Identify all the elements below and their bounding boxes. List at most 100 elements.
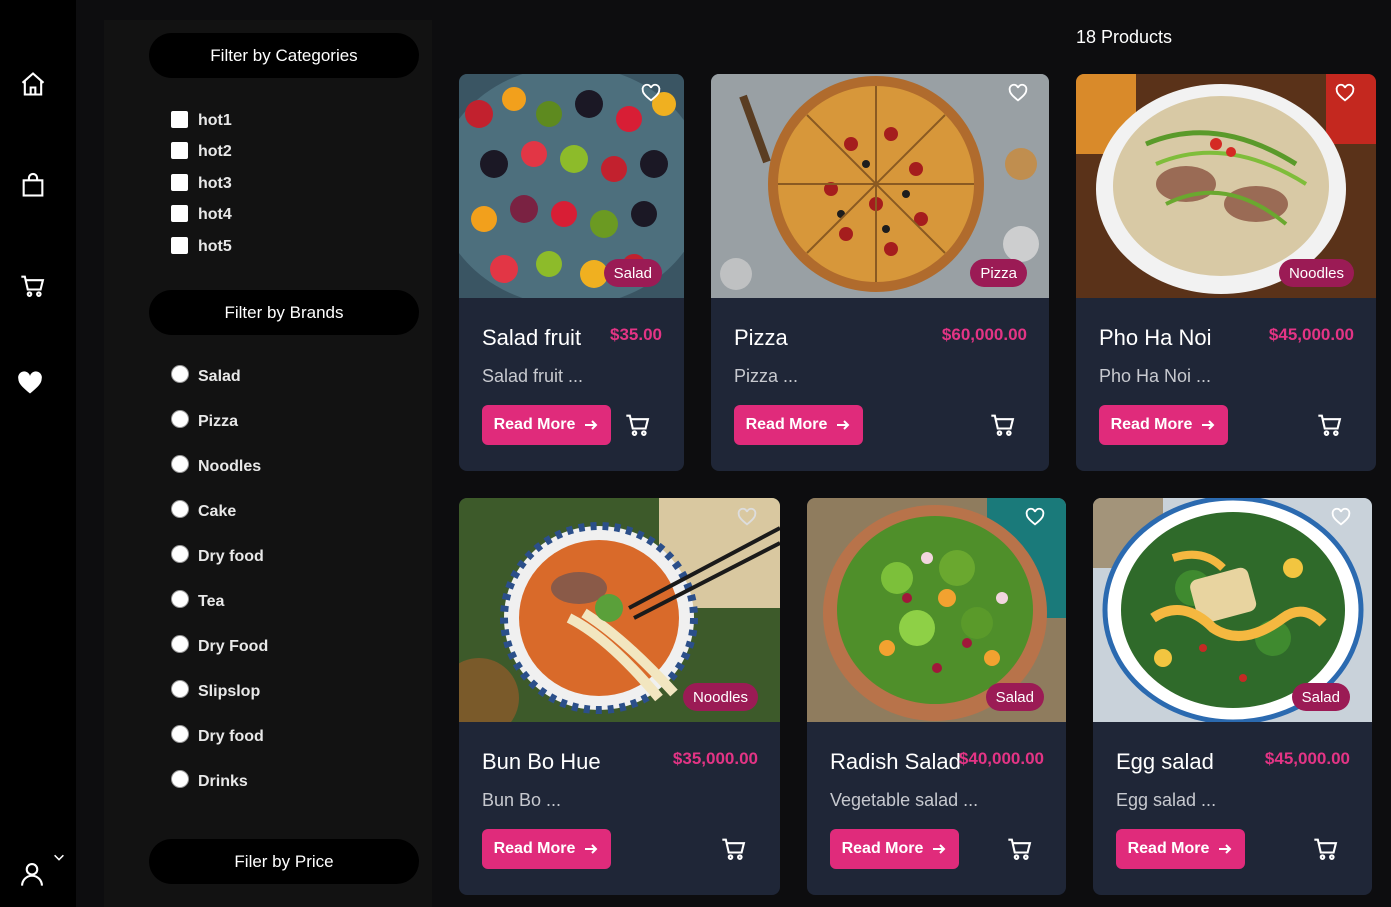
brand-option[interactable]: Dry food bbox=[171, 545, 264, 566]
product-price: $45,000.00 bbox=[1268, 325, 1354, 344]
brand-option[interactable]: Cake bbox=[171, 500, 237, 521]
app-root: Filter by Categories hot1 hot2 hot3 hot4… bbox=[0, 0, 1391, 907]
read-more-label: Read More bbox=[1127, 840, 1210, 857]
radio-button[interactable] bbox=[171, 365, 189, 383]
checkbox[interactable] bbox=[171, 236, 188, 254]
user-icon[interactable] bbox=[18, 860, 48, 890]
product-name: Salad fruit bbox=[482, 325, 582, 350]
product-price: $60,000.00 bbox=[941, 325, 1027, 344]
arrow-right-icon bbox=[585, 420, 598, 430]
favorite-heart-icon[interactable] bbox=[1024, 506, 1046, 528]
read-more-button[interactable]: Read More bbox=[482, 405, 611, 445]
checkbox[interactable] bbox=[171, 204, 188, 222]
product-name: Egg salad bbox=[1116, 749, 1214, 774]
product-card[interactable]: Noodles Bun Bo Hue $35,000.00 Bun Bo ...… bbox=[459, 498, 780, 895]
favorite-heart-icon[interactable] bbox=[1330, 506, 1352, 528]
product-card[interactable]: Pizza Pizza $60,000.00 Pizza ... Read Mo… bbox=[711, 74, 1049, 471]
product-card[interactable]: Salad Salad fruit $35.00 Salad fruit ...… bbox=[459, 74, 684, 471]
product-price: $35,000.00 bbox=[672, 749, 758, 768]
read-more-label: Read More bbox=[1110, 416, 1193, 433]
category-badge: Salad bbox=[603, 259, 662, 287]
read-more-button[interactable]: Read More bbox=[830, 829, 959, 869]
filter-panel: Filter by Categories hot1 hot2 hot3 hot4… bbox=[104, 20, 432, 907]
arrow-right-icon bbox=[933, 844, 946, 854]
add-to-cart-icon[interactable] bbox=[989, 411, 1017, 439]
add-to-cart-icon[interactable] bbox=[1006, 835, 1034, 863]
category-option[interactable]: hot1 bbox=[171, 110, 232, 130]
brand-label: Cake bbox=[198, 503, 237, 520]
add-to-cart-icon[interactable] bbox=[720, 835, 748, 863]
brand-label: Tea bbox=[198, 593, 225, 610]
product-description: Bun Bo ... bbox=[482, 790, 562, 810]
read-more-button[interactable]: Read More bbox=[482, 829, 611, 869]
category-option[interactable]: hot3 bbox=[171, 173, 232, 193]
product-name: Pho Ha Noi bbox=[1099, 325, 1212, 350]
add-to-cart-icon[interactable] bbox=[1316, 411, 1344, 439]
radio-button[interactable] bbox=[171, 545, 189, 563]
product-description: Egg salad ... bbox=[1116, 790, 1217, 810]
product-card[interactable]: Salad Radish Salad $40,000.00 Vegetable … bbox=[807, 498, 1066, 895]
favorite-heart-icon[interactable] bbox=[736, 506, 758, 528]
radio-button[interactable] bbox=[171, 725, 189, 743]
brand-option[interactable]: Slipslop bbox=[171, 680, 260, 701]
category-option[interactable]: hot4 bbox=[171, 204, 232, 224]
category-label: hot1 bbox=[198, 112, 232, 129]
add-to-cart-icon[interactable] bbox=[624, 411, 652, 439]
favorite-heart-icon[interactable] bbox=[1007, 82, 1029, 104]
brand-label: Dry food bbox=[198, 728, 264, 745]
radio-button[interactable] bbox=[171, 410, 189, 428]
brand-option[interactable]: Drinks bbox=[171, 770, 248, 791]
brand-option[interactable]: Dry food bbox=[171, 725, 264, 746]
product-description: Vegetable salad ... bbox=[830, 790, 979, 810]
read-more-button[interactable]: Read More bbox=[1116, 829, 1245, 869]
category-label: hot5 bbox=[198, 238, 232, 255]
add-to-cart-icon[interactable] bbox=[1312, 835, 1340, 863]
category-badge: Pizza bbox=[970, 259, 1027, 287]
nav-rail bbox=[0, 0, 76, 907]
brand-option[interactable]: Salad bbox=[171, 365, 241, 386]
radio-button[interactable] bbox=[171, 455, 189, 473]
category-option[interactable]: hot2 bbox=[171, 141, 232, 161]
brand-label: Pizza bbox=[198, 413, 239, 430]
checkbox[interactable] bbox=[171, 141, 188, 159]
product-name: Bun Bo Hue bbox=[482, 749, 601, 774]
radio-button[interactable] bbox=[171, 500, 189, 518]
categories-filter-title[interactable]: Filter by Categories bbox=[149, 33, 419, 78]
brand-option[interactable]: Tea bbox=[171, 590, 225, 611]
read-more-button[interactable]: Read More bbox=[734, 405, 863, 445]
checkbox[interactable] bbox=[171, 173, 188, 191]
product-card[interactable]: Salad Egg salad $45,000.00 Egg salad ...… bbox=[1093, 498, 1372, 895]
brand-label: Dry food bbox=[198, 548, 264, 565]
brand-option[interactable]: Pizza bbox=[171, 410, 239, 431]
category-badge: Noodles bbox=[682, 683, 758, 711]
home-icon[interactable] bbox=[18, 69, 48, 99]
radio-button[interactable] bbox=[171, 770, 189, 788]
category-badge: Salad bbox=[1291, 683, 1350, 711]
radio-button[interactable] bbox=[171, 590, 189, 608]
arrow-right-icon bbox=[1202, 420, 1215, 430]
category-badge: Salad bbox=[985, 683, 1044, 711]
brand-option[interactable]: Noodles bbox=[171, 455, 261, 476]
chevron-down-icon[interactable] bbox=[52, 850, 68, 866]
heart-icon[interactable] bbox=[15, 368, 45, 398]
cart-icon[interactable] bbox=[18, 271, 48, 301]
radio-button[interactable] bbox=[171, 635, 189, 653]
brands-filter-title[interactable]: Filter by Brands bbox=[149, 290, 419, 335]
product-price: $45,000.00 bbox=[1264, 749, 1350, 768]
favorite-heart-icon[interactable] bbox=[640, 82, 662, 104]
favorite-heart-icon[interactable] bbox=[1334, 82, 1356, 104]
product-card[interactable]: Noodles Pho Ha Noi $45,000.00 Pho Ha Noi… bbox=[1076, 74, 1376, 471]
read-more-button[interactable]: Read More bbox=[1099, 405, 1228, 445]
checkbox[interactable] bbox=[171, 110, 188, 128]
radio-button[interactable] bbox=[171, 680, 189, 698]
shopping-bag-icon[interactable] bbox=[18, 170, 48, 200]
brand-option[interactable]: Dry Food bbox=[171, 635, 268, 656]
category-label: hot4 bbox=[198, 206, 232, 223]
category-option[interactable]: hot5 bbox=[171, 236, 232, 256]
read-more-label: Read More bbox=[745, 416, 828, 433]
arrow-right-icon bbox=[1219, 844, 1232, 854]
category-label: hot3 bbox=[198, 175, 232, 192]
price-filter-title[interactable]: Filer by Price bbox=[149, 839, 419, 884]
product-description: Pizza ... bbox=[734, 366, 799, 386]
read-more-label: Read More bbox=[841, 840, 924, 857]
